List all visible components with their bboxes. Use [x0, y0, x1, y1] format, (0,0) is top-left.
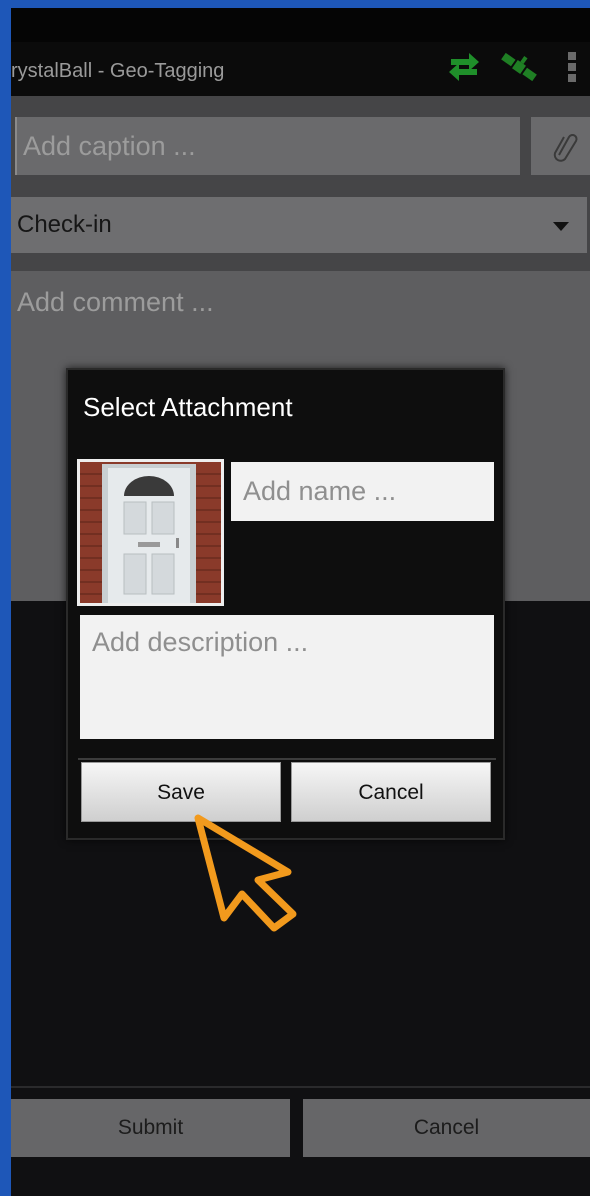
attachment-thumbnail[interactable] [77, 459, 224, 606]
attach-button[interactable] [531, 117, 590, 175]
satellite-icon[interactable] [499, 48, 539, 86]
pointer-cursor-icon [194, 814, 297, 932]
dropdown-arrow-icon [553, 222, 569, 231]
dialog-divider [78, 758, 496, 760]
checkin-dropdown[interactable]: Check-in [11, 197, 587, 253]
cancel-button[interactable]: Cancel [291, 762, 491, 822]
submit-button[interactable]: Submit [11, 1099, 290, 1157]
sync-arrows-icon[interactable] [447, 50, 481, 84]
attachment-name-input[interactable]: Add name ... [231, 462, 494, 521]
door-photo-image [80, 462, 221, 603]
comment-placeholder: Add comment ... [17, 287, 214, 317]
bottom-divider [11, 1086, 590, 1088]
caption-input[interactable]: Add caption ... [15, 117, 520, 175]
overflow-menu-icon[interactable] [567, 50, 577, 84]
cancel-form-button[interactable]: Cancel [303, 1099, 590, 1157]
app-title: rystalBall - Geo-Tagging [11, 60, 225, 82]
attachment-description-input[interactable]: Add description ... [80, 615, 494, 739]
select-attachment-dialog: Select Attachment Add name ... Add descr… [66, 368, 505, 840]
paperclip-icon [553, 134, 578, 162]
checkin-value: Check-in [17, 211, 112, 238]
dialog-title: Select Attachment [83, 392, 293, 422]
status-bar [11, 8, 590, 42]
